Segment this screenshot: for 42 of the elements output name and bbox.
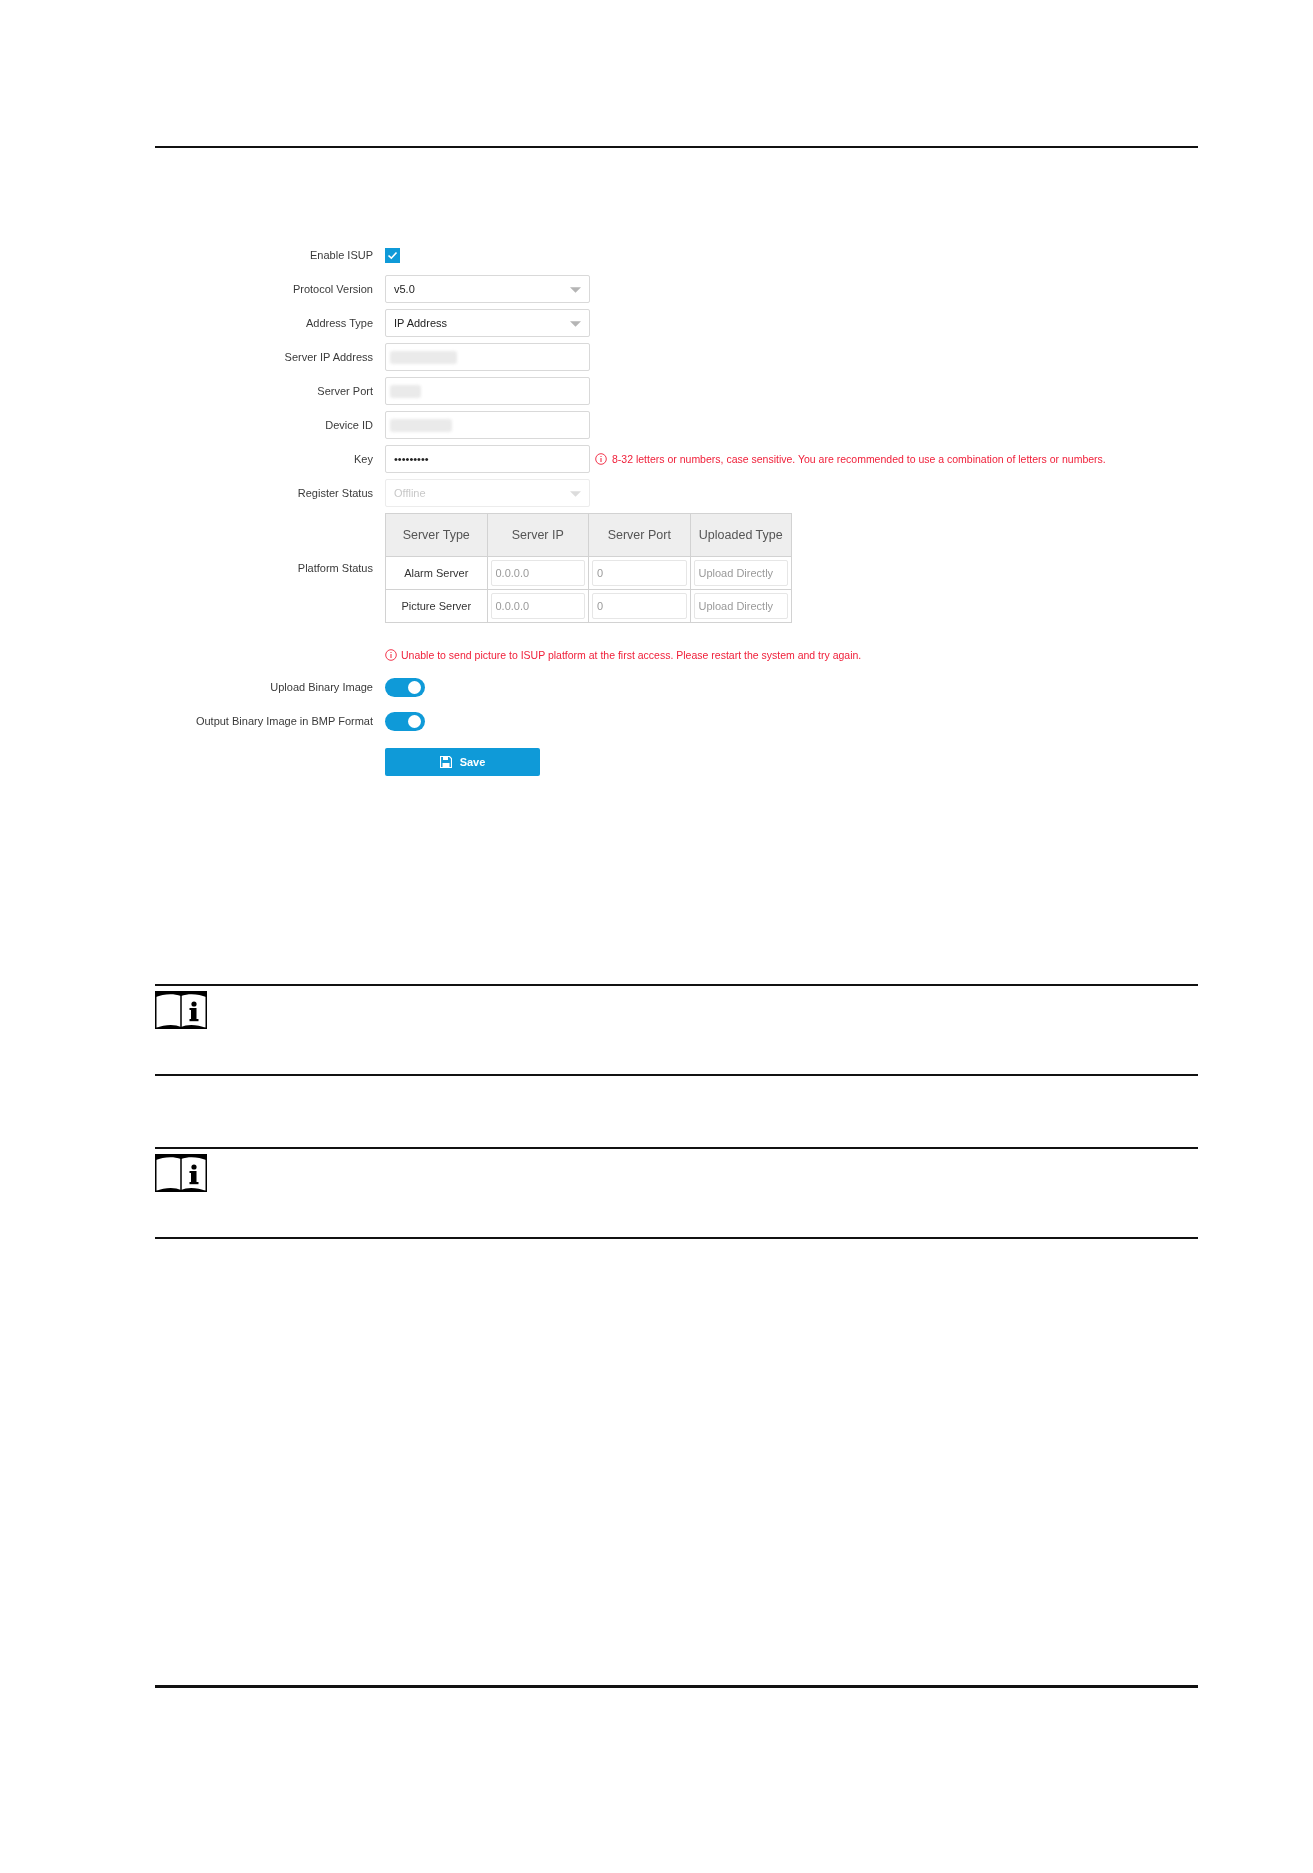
input-field[interactable]: [385, 343, 590, 371]
field-label: Upload Binary Image: [269, 681, 373, 693]
warning-text: Unable to send picture to ISUP platform at the first access. Please restart the system and try again.: [401, 649, 862, 661]
field-label: Protocol Version: [291, 283, 373, 295]
input-field[interactable]: 0.0.0.0: [490, 560, 585, 586]
input-field[interactable]: 0: [592, 593, 687, 619]
dropdown[interactable]: IP Address: [385, 309, 590, 337]
caret-icon: [570, 491, 581, 497]
field-label: Register Status: [296, 487, 373, 499]
field-label: Server IP Address: [283, 351, 373, 363]
column-header: Server Type: [385, 513, 487, 557]
field-label: Enable ISUP: [309, 249, 373, 261]
input-field[interactable]: •••••••••: [385, 445, 590, 473]
dropdown[interactable]: v5.0: [385, 275, 590, 303]
caret-icon: [570, 321, 581, 327]
info-icon: [595, 453, 607, 465]
input-field[interactable]: [385, 411, 590, 439]
input-field[interactable]: 0: [592, 560, 687, 586]
field-label: Device ID: [324, 419, 373, 431]
field-label: Key: [353, 453, 373, 465]
hint-text: 8-32 letters or numbers, case sensitive. You are recommended to use a combination of letters or numbers.: [612, 453, 1106, 465]
checkbox[interactable]: [385, 247, 400, 263]
column-header: Server IP: [487, 513, 589, 557]
input-field[interactable]: Upload Directly: [693, 560, 788, 586]
toggle-switch[interactable]: [385, 677, 425, 697]
column-header: Uploaded Type: [690, 513, 792, 557]
toggle-switch[interactable]: [385, 711, 425, 731]
field-label: Platform Status: [296, 562, 373, 574]
input-field[interactable]: 0.0.0.0: [490, 593, 585, 619]
input-field[interactable]: Upload Directly: [693, 593, 788, 619]
book-info-icon: [155, 991, 207, 1029]
column-header: Server Port: [588, 513, 690, 557]
caret-icon: [570, 287, 581, 293]
field-label: Output Binary Image in BMP Format: [194, 715, 373, 727]
field-label: Server Port: [316, 385, 373, 397]
info-icon: [385, 649, 397, 661]
save-button[interactable]: Save: [385, 748, 540, 776]
table-cell: Alarm Server: [385, 556, 487, 590]
field-label: Address Type: [304, 317, 373, 329]
input-field[interactable]: [385, 377, 590, 405]
table-cell: Picture Server: [385, 589, 487, 623]
book-info-icon: [155, 1154, 207, 1192]
